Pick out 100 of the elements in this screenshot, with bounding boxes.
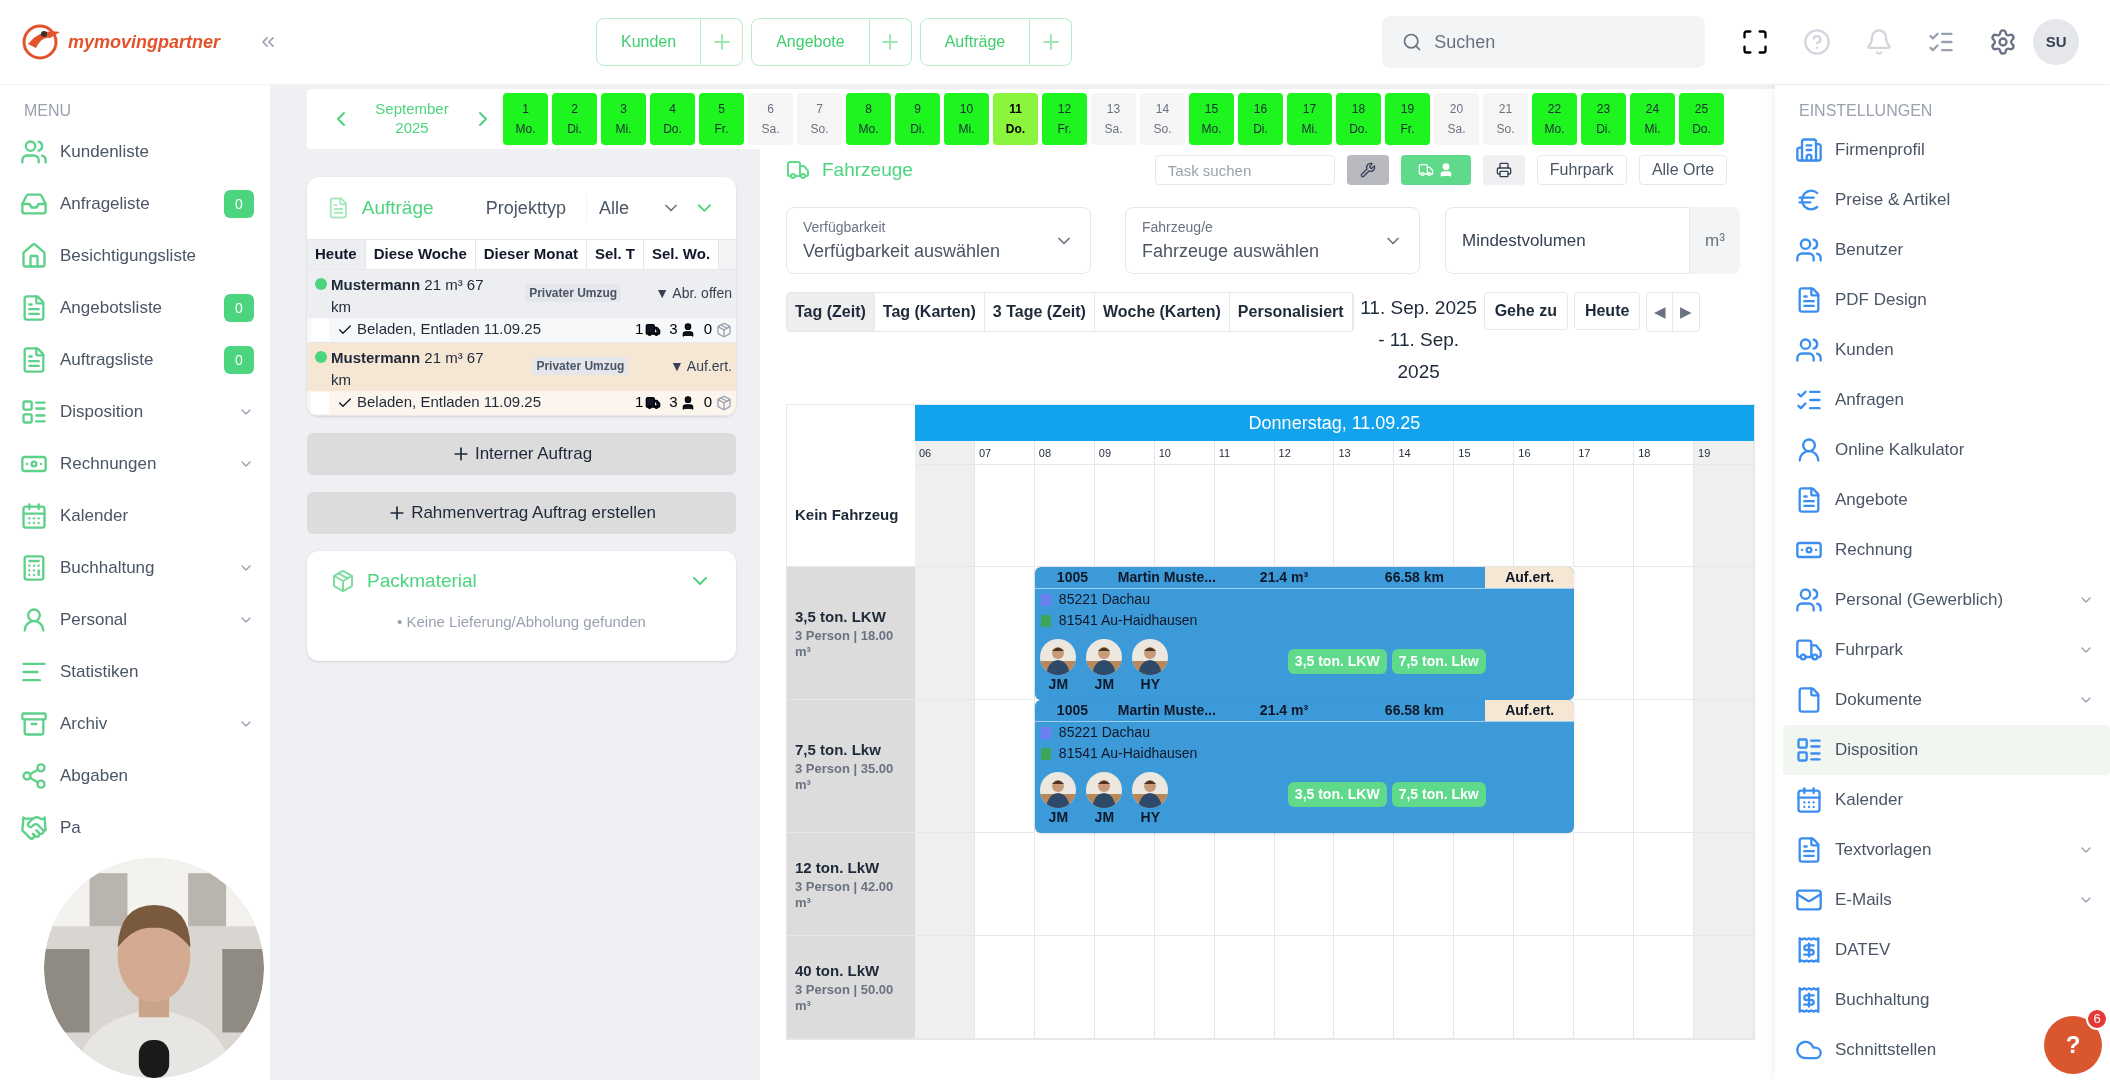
task-search-field[interactable]: Task suchen bbox=[1154, 155, 1335, 185]
vehicle-label: 12 ton. LkW 3 Person | 42.00 m³ bbox=[787, 833, 915, 936]
day-cell[interactable]: 8 Mo. bbox=[846, 93, 891, 145]
hour-label: 19 bbox=[1694, 441, 1754, 465]
item-count: 0 bbox=[703, 319, 712, 340]
customer-name: Martin Muste... bbox=[1116, 568, 1217, 587]
tab[interactable]: Sel. T bbox=[587, 240, 644, 269]
sidebar-item[interactable]: Auftragsliste bbox=[8, 335, 224, 385]
day-cell[interactable]: 9 Di. bbox=[895, 93, 940, 145]
sidebar-item[interactable]: Disposition bbox=[1783, 725, 2110, 775]
day-cell[interactable]: 4 Do. bbox=[650, 93, 695, 145]
sidebar-item[interactable]: Statistiken bbox=[8, 647, 270, 697]
create-order-button[interactable]: Interner Auftrag bbox=[307, 432, 736, 475]
sidebar-item[interactable]: Rechnung bbox=[1783, 525, 2110, 575]
job-status: Auf.ert. bbox=[1485, 700, 1575, 721]
sidebar-item[interactable]: Benutzer bbox=[1783, 225, 2110, 275]
day-cell[interactable]: 2 Di. bbox=[552, 93, 597, 145]
day-cell[interactable]: 25 Do. bbox=[1679, 93, 1724, 145]
sidebar-item[interactable]: Fuhrpark bbox=[1783, 625, 2078, 675]
create-order-button[interactable]: Rahmenvertrag Auftrag erstellen bbox=[307, 491, 736, 534]
day-cell[interactable]: 24 Mi. bbox=[1630, 93, 1675, 145]
sidebar-item[interactable]: Kalender bbox=[8, 491, 270, 541]
hour-label: 18 bbox=[1634, 441, 1695, 465]
fleet-select[interactable]: Fuhrpark bbox=[1536, 155, 1627, 185]
hour-label: 10 bbox=[1154, 441, 1215, 465]
sidebar-item[interactable]: PDF Design bbox=[1783, 275, 2110, 325]
previous-button[interactable]: ◀ bbox=[1647, 293, 1674, 331]
hour-label: 12 bbox=[1274, 441, 1335, 465]
sidebar-item[interactable]: Textvorlagen bbox=[1783, 825, 2078, 875]
hour-label: 07 bbox=[974, 441, 1035, 465]
min-volume-field[interactable]: Mindestvolumen bbox=[1445, 207, 1690, 274]
today-button[interactable]: Heute bbox=[1573, 292, 1641, 330]
job-distance: 66.58 km bbox=[1384, 568, 1445, 587]
search-field[interactable]: Suchen bbox=[1382, 16, 1706, 68]
truck-count: 1 bbox=[634, 319, 644, 340]
tab[interactable]: Sel. Wo. bbox=[644, 240, 720, 269]
job-card[interactable]: 1005 Martin Muste... 21.4 m³ 66.58 km Auf.ert. 85221 Dachau 81541 Au-Haidhausen JM JM HY 3,5 ton. LKW 7,5 ton. Lkw bbox=[1034, 567, 1575, 700]
day-cell[interactable]: 19 Fr. bbox=[1385, 93, 1430, 145]
job-card[interactable]: 1005 Martin Muste... 21.4 m³ 66.58 km Auf.ert. 85221 Dachau 81541 Au-Haidhausen JM JM HY 3,5 ton. LKW 7,5 ton. Lkw bbox=[1034, 700, 1575, 833]
sidebar-item[interactable]: Abgaben bbox=[8, 751, 270, 801]
hour-label: 06 bbox=[915, 441, 975, 465]
sidebar-item[interactable]: Anfrageliste bbox=[8, 179, 224, 229]
tab[interactable]: Dieser Monat bbox=[475, 240, 587, 269]
sidebar-item[interactable]: Dokumente bbox=[1783, 675, 2078, 725]
hour-label: 16 bbox=[1514, 441, 1575, 465]
goto-button[interactable]: Gehe zu bbox=[1483, 292, 1568, 330]
day-cell[interactable]: 3 Mi. bbox=[601, 93, 646, 145]
sidebar-item[interactable]: Buchhaltung bbox=[8, 543, 238, 593]
sidebar-item[interactable]: Personal (Gewerblich) bbox=[1783, 575, 2078, 625]
view-tab[interactable]: Tag (Zeit) bbox=[787, 293, 875, 331]
crew-initials: JM bbox=[1094, 674, 1115, 693]
job-distance: 66.58 km bbox=[1384, 701, 1445, 720]
sidebar-item[interactable]: DATEV bbox=[1783, 925, 2110, 975]
day-cell[interactable]: 16 Di. bbox=[1238, 93, 1283, 145]
day-cell[interactable]: 18 Do. bbox=[1336, 93, 1381, 145]
project-type-tag: Privater Umzug bbox=[532, 356, 629, 375]
logo: mymovingpartner bbox=[68, 30, 221, 54]
sidebar-item[interactable]: Kalender bbox=[1783, 775, 2110, 825]
day-cell[interactable]: 11 Do. bbox=[993, 93, 1038, 145]
next-button[interactable]: ▶ bbox=[1673, 293, 1700, 331]
day-cell[interactable]: 15 Mo. bbox=[1189, 93, 1234, 145]
day-cell[interactable]: 17 Mi. bbox=[1287, 93, 1332, 145]
sidebar-item[interactable]: Anfragen bbox=[1783, 375, 2110, 425]
hour-label: 17 bbox=[1574, 441, 1635, 465]
filter-select[interactable]: Alle bbox=[585, 194, 682, 222]
menu-heading: MENU bbox=[23, 101, 73, 121]
location-select[interactable]: Alle Orte bbox=[1638, 155, 1728, 185]
sidebar-item[interactable]: Angebotsliste bbox=[8, 283, 224, 333]
sidebar-item[interactable]: Preise & Artikel bbox=[1783, 175, 2110, 225]
sidebar-item[interactable]: Besichtigungsliste bbox=[8, 231, 270, 281]
sidebar-item[interactable]: Firmenprofil bbox=[1783, 125, 2110, 175]
order-status: ▼ Auf.ert. bbox=[669, 356, 732, 376]
day-cell[interactable]: 5 Fr. bbox=[699, 93, 744, 145]
user-avatar[interactable]: SU bbox=[2033, 19, 2080, 65]
sidebar-item[interactable]: Disposition bbox=[8, 387, 238, 437]
sidebar-item[interactable]: E-Mails bbox=[1783, 875, 2078, 925]
sidebar-item[interactable]: Archiv bbox=[8, 699, 238, 749]
sidebar-item[interactable]: Online Kalkulator bbox=[1783, 425, 2110, 475]
order-detail: Beladen, Entladen 11.09.25 bbox=[357, 392, 542, 413]
order-row[interactable]: Mustermann 21 m³ 67 km Privater Umzug ▼ Auf.ert. Beladen, Entladen 11.09.25 1 3 0 bbox=[307, 342, 736, 416]
tab[interactable]: Heute bbox=[307, 240, 366, 269]
day-cell[interactable]: 10 Mi. bbox=[944, 93, 989, 145]
person-count: 3 bbox=[669, 319, 678, 340]
sidebar-item[interactable]: Kunden bbox=[1783, 325, 2110, 375]
day-cell[interactable]: 12 Fr. bbox=[1042, 93, 1087, 145]
sidebar-item[interactable]: Personal bbox=[8, 595, 238, 645]
order-row[interactable]: Mustermann 21 m³ 67 km Privater Umzug ▼ Abr. offen Beladen, Entladen 11.09.25 1 3 0 bbox=[307, 269, 736, 343]
crew-initials: JM bbox=[1094, 807, 1115, 826]
tab[interactable]: Diese Woche bbox=[365, 240, 476, 269]
count-badge: 0 bbox=[224, 190, 254, 218]
day-cell[interactable]: 1 Mo. bbox=[503, 93, 548, 145]
sidebar-item[interactable]: Angebote bbox=[1783, 475, 2110, 525]
sidebar-item[interactable]: Rechnungen bbox=[8, 439, 238, 489]
vehicle-tag: 3,5 ton. LKW bbox=[1287, 782, 1387, 807]
sidebar-item[interactable]: Pa bbox=[8, 803, 270, 853]
filter-select[interactable]: Verfügbarkeit Verfügbarkeit auswählen bbox=[786, 207, 1091, 274]
day-cell[interactable]: 22 Mo. bbox=[1532, 93, 1577, 145]
filter-select[interactable]: Fahrzeug/e Fahrzeuge auswählen bbox=[1125, 207, 1420, 274]
day-cell[interactable]: 23 Di. bbox=[1581, 93, 1626, 145]
sidebar-item[interactable]: Kundenliste bbox=[8, 127, 270, 177]
